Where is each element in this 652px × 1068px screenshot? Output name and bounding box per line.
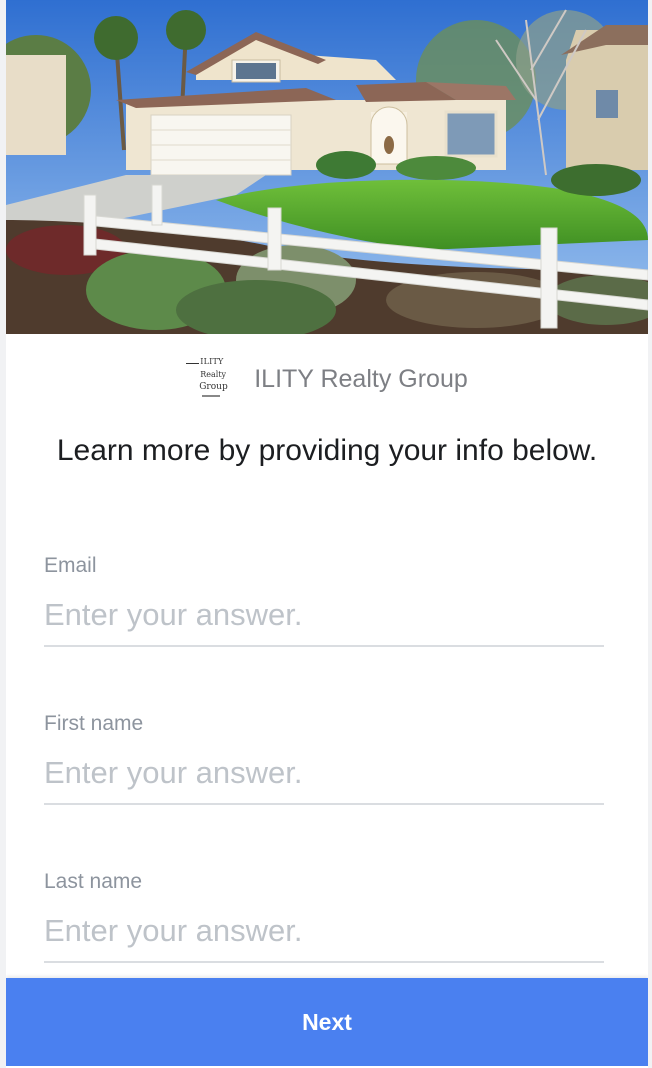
brand-header: ILITY Realty Group ILITY Realty Group	[6, 352, 648, 406]
last-name-input[interactable]	[44, 913, 604, 963]
lead-form-card: ILITY Realty Group ILITY Realty Group Le…	[6, 0, 648, 1068]
logo-line-3: Group	[199, 382, 228, 392]
brand-logo: ILITY Realty Group	[186, 355, 234, 403]
first-name-input[interactable]	[44, 755, 604, 805]
email-field-group: Email	[44, 554, 604, 647]
first-name-label: First name	[44, 712, 144, 735]
brand-name: ILITY Realty Group	[254, 364, 468, 393]
hero-house-image	[6, 0, 648, 334]
last-name-label: Last name	[44, 870, 143, 893]
email-input[interactable]	[44, 597, 604, 647]
logo-line-2: Realty	[200, 370, 227, 379]
last-name-field-group: Last name	[44, 870, 604, 963]
logo-line-1: ILITY	[200, 357, 224, 366]
email-label: Email	[44, 554, 97, 577]
next-button[interactable]: Next	[6, 978, 648, 1066]
first-name-field-group: First name	[44, 712, 604, 805]
form-headline: Learn more by providing your info below.	[56, 434, 598, 467]
